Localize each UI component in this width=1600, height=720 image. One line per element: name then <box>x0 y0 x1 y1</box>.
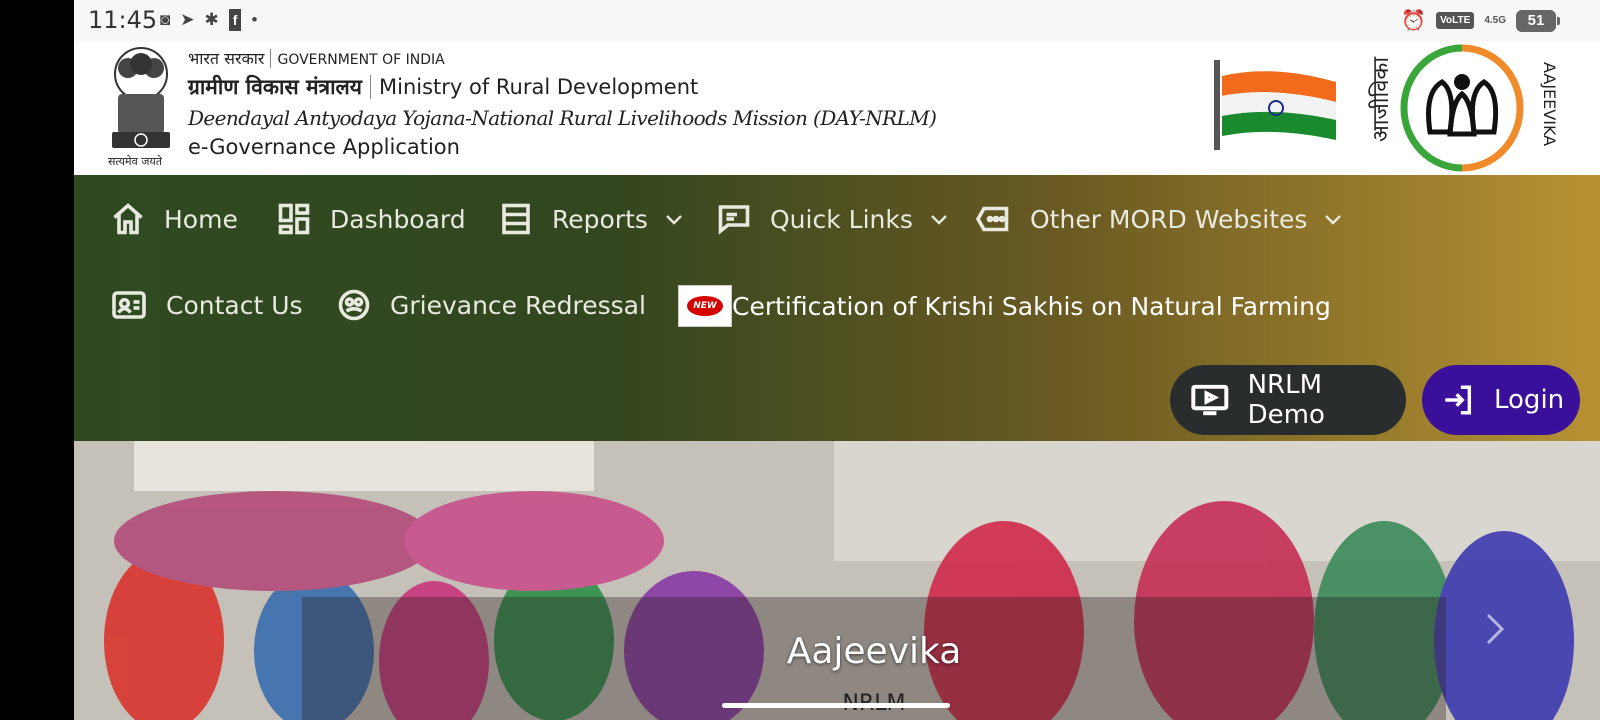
contact-icon <box>112 291 146 319</box>
nav-contact-us[interactable]: Contact Us <box>110 287 303 323</box>
nrlm-demo-label: NRLM Demo <box>1247 370 1325 430</box>
nrlm-demo-button[interactable]: NRLM Demo <box>1170 365 1406 435</box>
nav-reports[interactable]: Reports <box>498 201 686 237</box>
home-icon <box>113 203 143 235</box>
battery-indicator: 51 <box>1516 9 1560 32</box>
aajeevika-logo-icon: आजीविका AAJEEVIKA <box>1368 44 1559 172</box>
hero-title: Aajeevika <box>786 631 962 672</box>
nav-reports-label: Reports <box>552 204 648 234</box>
ministry-hindi: ग्रामीण विकास मंत्रालय <box>188 75 362 99</box>
dashboard-icon <box>278 203 310 235</box>
gesture-bar <box>722 703 950 708</box>
emblem-icon <box>112 47 170 148</box>
status-bar: 11:45 ◙ ➤ ✱ f • ⏰ VoLTE 4.5G 51 <box>74 0 1600 42</box>
status-time: 11:45 <box>88 6 158 34</box>
websites-icon <box>975 206 1009 232</box>
login-button[interactable]: Login <box>1422 365 1580 435</box>
nav-quick-links-label: Quick Links <box>770 204 913 234</box>
nav-home[interactable]: Home <box>110 201 238 237</box>
gov-english: GOVERNMENT OF INDIA <box>277 52 445 68</box>
telegram-icon: ➤ <box>180 10 195 29</box>
nfc-icon: ◙ <box>160 10 171 29</box>
logo-text-hindi: आजीविका <box>1368 57 1394 142</box>
announcement-link[interactable]: Certification of Krishi Sakhis on Natura… <box>732 292 1331 321</box>
network-indicator: 4.5G <box>1484 14 1506 26</box>
new-badge-text: NEW <box>687 296 723 316</box>
reports-icon <box>502 203 530 235</box>
nav-dashboard[interactable]: Dashboard <box>276 201 466 237</box>
system-icons: ⏰ VoLTE 4.5G 51 <box>1401 8 1560 33</box>
screen-edge <box>0 0 74 720</box>
notification-icons: ◙ ➤ ✱ f • <box>160 9 257 31</box>
nav-grievance-label: Grievance Redressal <box>390 290 646 320</box>
new-badge-icon: NEW <box>678 285 732 327</box>
nav-other-websites-label: Other MORD Websites <box>1030 204 1308 234</box>
facebook-icon: f <box>228 9 242 31</box>
hero-carousel[interactable]: Aajeevika NRLM <box>74 441 1600 720</box>
nav-contact-us-label: Contact Us <box>166 290 303 320</box>
app-name: e-Governance Application <box>188 135 460 159</box>
quick-links-icon <box>718 205 750 235</box>
main-nav: Home Dashboard Reports Quick Links Other… <box>74 175 1600 441</box>
alarm-icon: ⏰ <box>1401 10 1427 32</box>
nav-other-websites[interactable]: Other MORD Websites <box>974 201 1345 237</box>
logo-text-english: AAJEEVIKA <box>1540 62 1559 146</box>
grievance-icon <box>338 289 370 321</box>
bug-icon: ✱ <box>204 10 219 29</box>
nav-home-label: Home <box>164 204 238 234</box>
ministry-english: Ministry of Rural Development <box>378 75 699 99</box>
login-icon <box>1445 385 1472 415</box>
video-icon <box>1191 384 1229 416</box>
header-text: भारत सरकार GOVERNMENT OF INDIA ग्रामीण वि… <box>188 48 937 161</box>
chevron-down-icon <box>1325 215 1342 225</box>
chevron-down-icon <box>666 215 682 225</box>
chevron-right-icon[interactable] <box>1480 609 1510 649</box>
volte-badge: VoLTE <box>1436 12 1475 29</box>
mission-name: Deendayal Antyodaya Yojana-National Rura… <box>188 106 937 130</box>
gov-header: सत्यमेव जयते भारत सरकार GOVERNMENT OF IND… <box>74 42 1600 175</box>
login-label: Login <box>1494 385 1565 415</box>
nav-announcement[interactable]: NEW Certification of Krishi Sakhis on Na… <box>678 285 1331 327</box>
nav-grievance[interactable]: Grievance Redressal <box>336 287 646 323</box>
emblem-motto: सत्यमेव जयते <box>108 155 163 168</box>
india-flag-icon <box>1214 60 1336 150</box>
nav-quick-links[interactable]: Quick Links <box>716 201 951 237</box>
hero-caption: Aajeevika NRLM <box>302 597 1446 720</box>
dot-icon: • <box>251 10 258 29</box>
nav-dashboard-label: Dashboard <box>330 204 466 234</box>
chevron-down-icon <box>931 215 947 225</box>
gov-hindi: भारत सरकार <box>188 49 265 68</box>
